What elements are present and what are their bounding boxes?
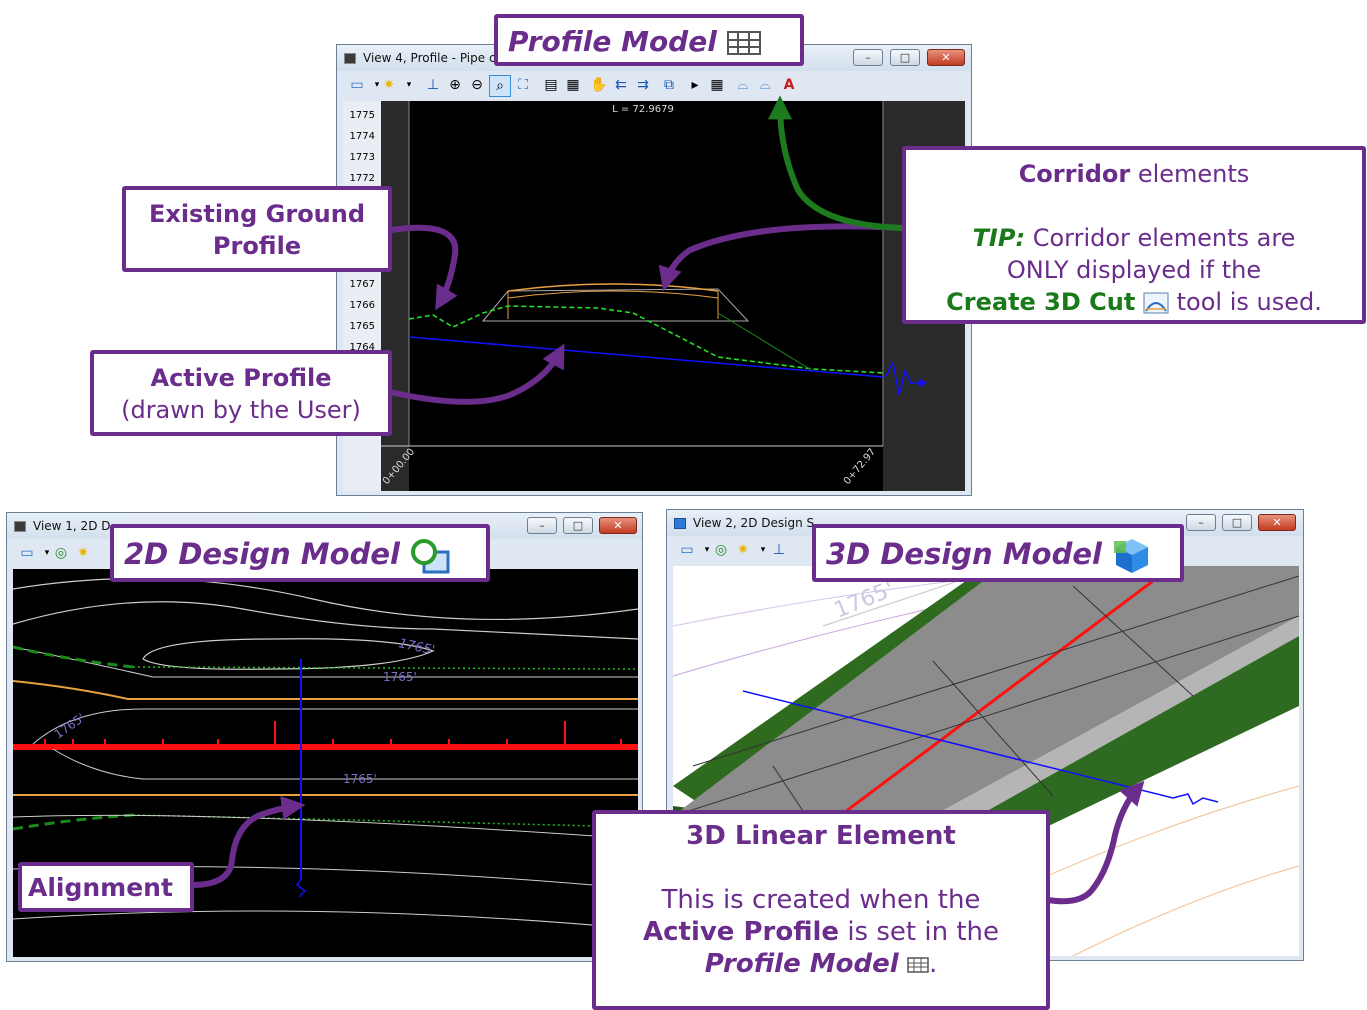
cut-icon — [1143, 292, 1169, 314]
tip-end: tool is used. — [1168, 288, 1322, 316]
contour-label: 1765' — [383, 670, 417, 684]
reference-icon[interactable]: ◎ — [711, 540, 731, 560]
display-style-icon[interactable]: ✷ — [73, 543, 93, 563]
close-button[interactable]: ✕ — [1258, 514, 1296, 531]
y-tick: 1773 — [350, 152, 375, 163]
linear-element-line1: This is created when the — [661, 885, 981, 915]
shape-icon — [411, 539, 450, 574]
reference-icon[interactable]: ◎ — [51, 543, 71, 563]
copy-view-icon[interactable]: ⧉ — [659, 75, 679, 95]
profile-view-window: View 4, Profile - Pipe c – □ ✕ ▭ ▾ ✷ ▾ ⊥… — [336, 44, 972, 496]
display-style-icon[interactable]: ✷ — [733, 540, 753, 560]
grid-icon — [726, 31, 761, 55]
pan-view-icon[interactable]: ✋ — [589, 75, 609, 95]
annotate-icon[interactable]: A — [779, 75, 799, 95]
y-tick: 1772 — [350, 173, 375, 184]
design-3d-model-text: 3D Design Model — [826, 537, 1102, 571]
window-icon — [14, 521, 26, 532]
fill-icon[interactable]: ⌓ — [755, 75, 775, 95]
contour-label: 1765' — [343, 772, 377, 786]
view-attributes-icon[interactable]: ▭ — [17, 543, 37, 563]
profile-model-label: Profile Model — [494, 14, 804, 66]
previous-view-icon[interactable]: ⇇ — [611, 75, 631, 95]
corridor-callout: Corridor elements TIP: Corridor elements… — [902, 146, 1366, 324]
y-tick: 1767 — [350, 279, 375, 290]
y-tick: 1765 — [350, 321, 375, 332]
tip-line2: ONLY displayed if the — [1006, 256, 1262, 284]
close-button[interactable]: ✕ — [599, 517, 637, 534]
minimize-button[interactable]: – — [853, 49, 883, 66]
update-view-icon[interactable]: ⊥ — [769, 540, 789, 560]
design-2d-model-text: 2D Design Model — [124, 537, 400, 571]
cube-icon — [1114, 539, 1149, 573]
next-view-icon[interactable]: ⇉ — [633, 75, 653, 95]
display-style-icon[interactable]: ✷ — [379, 75, 399, 95]
linear-element-callout: 3D Linear Element This is created when t… — [592, 810, 1050, 1010]
existing-ground-line1: Existing Ground — [148, 200, 366, 228]
existing-ground-callout: Existing Ground Profile — [122, 186, 392, 272]
length-readout: L = 72.9679 — [612, 104, 674, 115]
design-3d-model-label: 3D Design Model — [812, 524, 1184, 582]
station-end-label: 0+72.97 — [842, 447, 878, 487]
alignment-callout: Alignment — [18, 862, 194, 912]
close-button[interactable]: ✕ — [927, 49, 965, 66]
contour-label: 1765' — [831, 577, 898, 623]
profile-drawing: 1775 1774 1773 1772 1767 1766 1765 1764 … — [343, 101, 965, 491]
corridor-title-bold: Corridor — [1018, 160, 1131, 188]
existing-ground-line2: Profile — [212, 232, 302, 260]
update-view-icon[interactable]: ⊥ — [423, 75, 443, 95]
contour-label: 1765' — [52, 711, 88, 742]
linear-element-line2-rest: is set in the — [839, 917, 999, 947]
camera-icon[interactable]: ▸ — [685, 75, 705, 95]
corridor-title-rest: elements — [1130, 160, 1250, 188]
profile-viewport[interactable]: 1775 1774 1773 1772 1767 1766 1765 1764 … — [343, 101, 965, 491]
tip-label: TIP: — [972, 224, 1026, 252]
y-tick: 1774 — [350, 131, 375, 142]
view-attributes-icon[interactable]: ▭ — [347, 75, 367, 95]
maximize-button[interactable]: □ — [1222, 514, 1252, 531]
y-tick: 1766 — [350, 300, 375, 311]
view-grid-icon[interactable]: ▦ — [563, 75, 583, 95]
contour-label: 1765' — [397, 636, 436, 658]
grid-icon[interactable]: ▦ — [707, 75, 727, 95]
linear-element-line3-end: . — [928, 949, 938, 979]
minimize-button[interactable]: – — [527, 517, 557, 534]
alignment-text: Alignment — [28, 873, 173, 902]
minimize-button[interactable]: – — [1186, 514, 1216, 531]
profile-window-title: View 4, Profile - Pipe c — [363, 51, 496, 65]
dropdown-arrow-icon[interactable]: ▾ — [399, 75, 419, 95]
design-2d-model-label: 2D Design Model — [110, 524, 490, 582]
grid-icon — [907, 956, 929, 973]
profile-toolbar: ▭ ▾ ✷ ▾ ⊥ ⊕ ⊖ ⌕ ⛶ ▤ ▦ ✋ ⇇ ⇉ ⧉ ▸ ▦ ⌓ ⌓ A — [341, 73, 967, 99]
design-3d-title: View 2, 2D Design S — [693, 516, 815, 530]
create-3d-cut-text: Create 3D Cut — [946, 288, 1136, 316]
window-icon — [344, 53, 356, 64]
active-profile-line1: Active Profile — [150, 364, 332, 392]
active-profile-callout: Active Profile (drawn by the User) — [90, 350, 392, 436]
view-attributes-icon[interactable]: ▭ — [677, 540, 697, 560]
cut-icon[interactable]: ⌓ — [733, 75, 753, 95]
maximize-button[interactable]: □ — [890, 49, 920, 66]
fit-view-icon[interactable]: ⛶ — [513, 75, 533, 95]
tip-text: Corridor elements are — [1025, 224, 1296, 252]
profile-model-text: Profile Model — [508, 25, 717, 58]
design-2d-title: View 1, 2D D — [33, 519, 111, 533]
zoom-in-icon[interactable]: ⊕ — [445, 75, 465, 95]
y-tick: 1775 — [350, 110, 375, 121]
linear-element-line2-bold: Active Profile — [642, 917, 840, 947]
linear-element-line3-bold: Profile Model — [704, 949, 899, 979]
zoom-out-icon[interactable]: ⊖ — [467, 75, 487, 95]
linear-element-title: 3D Linear Element — [686, 821, 956, 851]
window-area-icon[interactable]: ⌕ — [489, 75, 511, 97]
rotate-view-icon[interactable]: ▤ — [541, 75, 561, 95]
active-profile-line2: (drawn by the User) — [121, 396, 361, 424]
maximize-button[interactable]: □ — [563, 517, 593, 534]
cube-icon — [674, 518, 686, 529]
